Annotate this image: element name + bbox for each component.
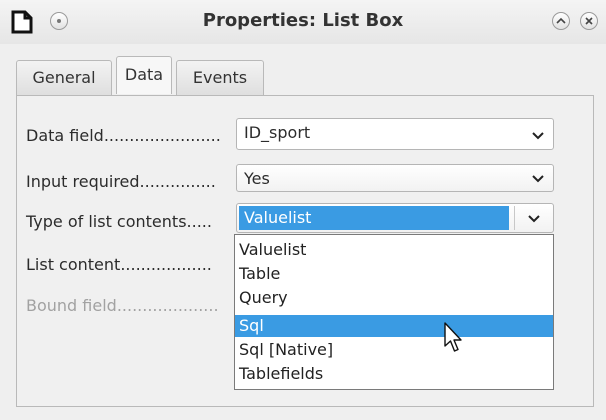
title-bar[interactable]: Properties: List Box	[0, 0, 606, 44]
option-tablefields[interactable]: Tablefields	[235, 363, 553, 385]
option-sql[interactable]: Sql	[235, 315, 553, 337]
tab-events[interactable]: Events	[176, 60, 264, 96]
close-icon	[585, 17, 593, 25]
window-title: Properties: List Box	[202, 10, 404, 31]
shade-button[interactable]	[552, 12, 570, 30]
properties-dialog: Properties: List Box General Data Events…	[0, 0, 606, 420]
input-required-select[interactable]: Yes	[236, 164, 554, 192]
data-field-label: Data field.......................	[26, 126, 221, 145]
chevron-down-icon[interactable]	[531, 173, 545, 185]
option-sql-native[interactable]: Sql [Native]	[235, 339, 553, 361]
chevron-down-icon[interactable]	[531, 130, 545, 142]
bound-field-label: Bound field....................	[26, 296, 219, 315]
data-field-value: ID_sport	[244, 123, 311, 142]
close-button[interactable]	[580, 12, 598, 30]
type-of-list-contents-label: Type of list contents.....	[26, 212, 212, 231]
data-field-combo[interactable]: ID_sport	[236, 118, 554, 150]
list-type-dropdown[interactable]: Valuelist Table Query Sql Sql [Native] T…	[234, 234, 554, 390]
input-required-value: Yes	[244, 169, 270, 188]
list-content-label: List content..................	[26, 255, 212, 274]
tab-general[interactable]: General	[16, 60, 112, 96]
chevron-up-icon	[556, 17, 566, 24]
option-query[interactable]: Query	[235, 287, 553, 309]
chevron-down-icon[interactable]	[527, 213, 541, 225]
mouse-pointer-icon	[444, 322, 462, 352]
input-required-label: Input required...............	[26, 172, 216, 191]
option-valuelist[interactable]: Valuelist	[235, 239, 553, 261]
option-table[interactable]: Table	[235, 263, 553, 285]
tab-data[interactable]: Data	[116, 56, 172, 94]
type-of-list-contents-value: Valuelist	[244, 208, 312, 227]
type-of-list-contents-select[interactable]: Valuelist	[236, 203, 554, 233]
